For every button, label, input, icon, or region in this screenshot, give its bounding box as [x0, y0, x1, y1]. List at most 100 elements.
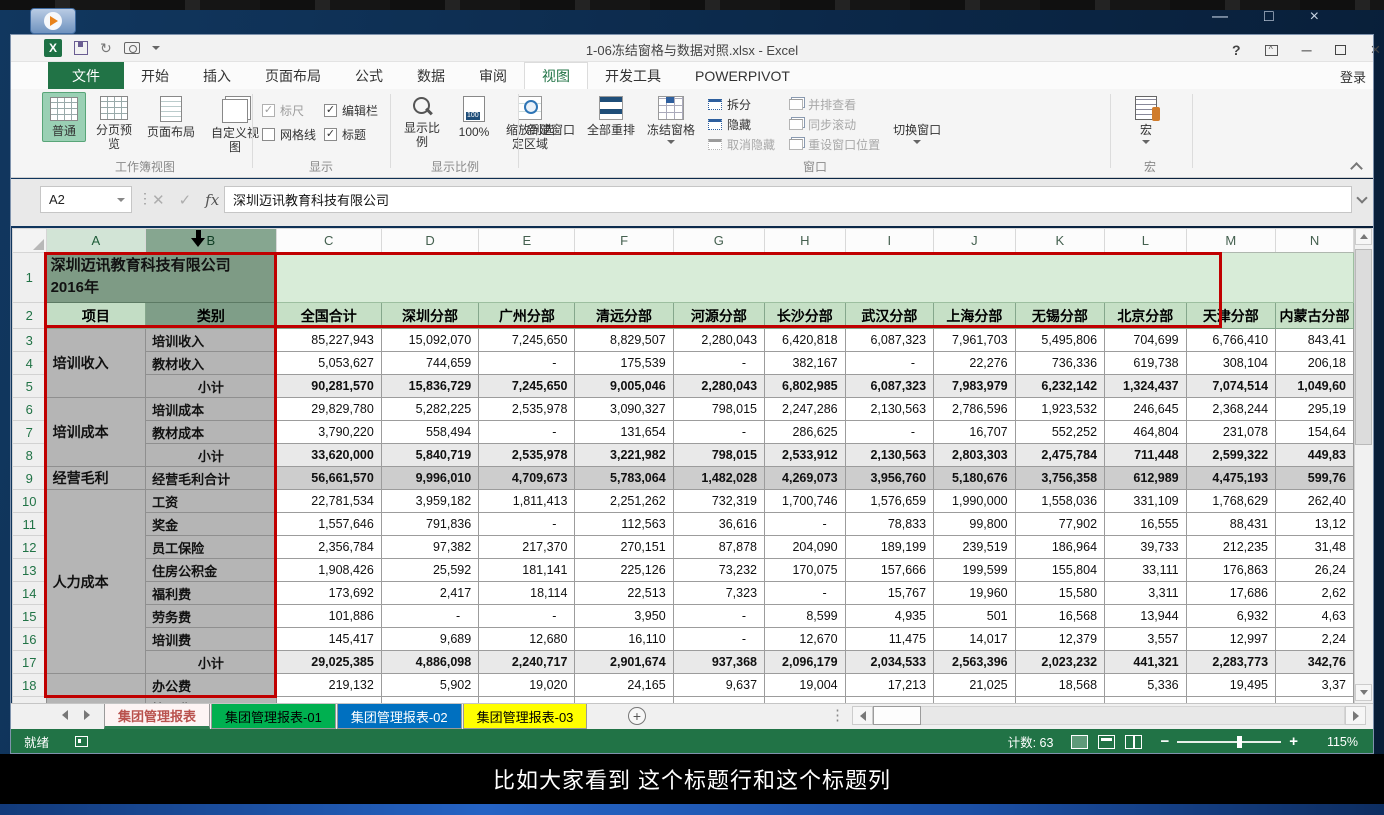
value-cell[interactable]: 131,654: [575, 421, 673, 444]
value-cell[interactable]: 8,829,507: [575, 329, 673, 352]
value-cell[interactable]: 6,932: [1186, 605, 1275, 628]
value-cell[interactable]: 5,783,064: [575, 467, 673, 490]
value-cell[interactable]: 612,989: [1105, 467, 1187, 490]
value-cell[interactable]: 1,700,746: [765, 490, 846, 513]
value-cell[interactable]: 225,126: [575, 559, 673, 582]
value-cell[interactable]: 342,76: [1276, 651, 1354, 674]
value-cell[interactable]: 7,074,514: [1186, 375, 1275, 398]
全部重排-button[interactable]: 全部重排: [582, 92, 640, 140]
value-cell[interactable]: 2,096,179: [765, 651, 846, 674]
category-cell[interactable]: 经营毛利合计: [146, 467, 276, 490]
zoom-in-button[interactable]: +: [1289, 733, 1298, 750]
value-cell[interactable]: 87,878: [673, 536, 764, 559]
value-cell[interactable]: 36,616: [673, 513, 764, 536]
row-header-7[interactable]: 7: [13, 421, 47, 444]
value-cell[interactable]: -: [479, 605, 575, 628]
value-cell[interactable]: 90,281,570: [276, 375, 381, 398]
value-cell[interactable]: 12,680: [479, 628, 575, 651]
header-cell[interactable]: 类别: [146, 303, 276, 329]
value-cell[interactable]: 1,557,646: [276, 513, 381, 536]
row-header-15[interactable]: 15: [13, 605, 47, 628]
value-cell[interactable]: 2,62: [1276, 582, 1354, 605]
scroll-down-button[interactable]: [1355, 684, 1372, 701]
row-header-11[interactable]: 11: [13, 513, 47, 536]
value-cell[interactable]: 15,092,070: [381, 329, 478, 352]
value-cell[interactable]: 31,48: [1276, 536, 1354, 559]
formula-bar-handle[interactable]: ⋮: [138, 190, 150, 207]
value-cell[interactable]: 2,130,563: [845, 444, 933, 467]
value-cell[interactable]: 4,269,073: [765, 467, 846, 490]
category-cell[interactable]: 福利费: [146, 582, 276, 605]
scroll-up-button[interactable]: [1355, 228, 1372, 245]
value-cell[interactable]: 246,645: [1105, 398, 1187, 421]
category-cell[interactable]: 小计: [146, 651, 276, 674]
value-cell[interactable]: 464,804: [1105, 421, 1187, 444]
value-cell[interactable]: 199,599: [934, 559, 1016, 582]
group-cell[interactable]: [46, 674, 146, 704]
100%-button[interactable]: 100%: [452, 92, 496, 142]
value-cell[interactable]: 24,165: [575, 674, 673, 697]
value-cell[interactable]: 85,227,943: [276, 329, 381, 352]
value-cell[interactable]: 3,956,760: [845, 467, 933, 490]
value-cell[interactable]: 7,245,650: [479, 329, 575, 352]
value-cell[interactable]: 599,76: [1276, 467, 1354, 490]
value-cell[interactable]: 3,37: [1276, 674, 1354, 697]
value-cell[interactable]: 1,923,532: [1015, 398, 1104, 421]
category-cell[interactable]: 劳务费: [146, 605, 276, 628]
value-cell[interactable]: 2,280,043: [673, 329, 764, 352]
value-cell[interactable]: 3,790,220: [276, 421, 381, 444]
select-all-corner[interactable]: [13, 229, 47, 253]
row-header-2[interactable]: 2: [13, 303, 47, 329]
value-cell[interactable]: 173,692: [276, 582, 381, 605]
sheet-tab-集团管理报表-03[interactable]: 集团管理报表-03: [463, 704, 588, 729]
value-cell[interactable]: 3,950: [575, 605, 673, 628]
value-cell[interactable]: 2,283,773: [1186, 651, 1275, 674]
普通-button[interactable]: 普通: [42, 92, 86, 142]
value-cell[interactable]: 25,592: [381, 559, 478, 582]
value-cell[interactable]: 791,836: [381, 513, 478, 536]
value-cell[interactable]: 26,24: [1276, 559, 1354, 582]
value-cell[interactable]: 204,090: [765, 536, 846, 559]
ribbon-tab-开始[interactable]: 开始: [124, 62, 186, 89]
category-cell[interactable]: 住房公积金: [146, 559, 276, 582]
value-cell[interactable]: 39,733: [1105, 536, 1187, 559]
value-cell[interactable]: 2,535,978: [479, 444, 575, 467]
value-cell[interactable]: 2,247,286: [765, 398, 846, 421]
column-header-A[interactable]: A: [46, 229, 146, 253]
header-cell[interactable]: 武汉分部: [845, 303, 933, 329]
value-cell[interactable]: 5,840,719: [381, 444, 478, 467]
header-cell[interactable]: 清远分部: [575, 303, 673, 329]
value-cell[interactable]: 18,114: [479, 582, 575, 605]
value-cell[interactable]: 19,004: [765, 674, 846, 697]
tabbar-resize-handle[interactable]: ⋮: [830, 706, 845, 724]
value-cell[interactable]: 4,886,098: [381, 651, 478, 674]
row-header-9[interactable]: 9: [13, 467, 47, 490]
拆分-button[interactable]: 拆分: [708, 96, 775, 113]
header-cell[interactable]: 长沙分部: [765, 303, 846, 329]
value-cell[interactable]: 176,863: [1186, 559, 1275, 582]
prev-sheet-icon[interactable]: [62, 710, 68, 720]
value-cell[interactable]: 1,576,659: [845, 490, 933, 513]
value-cell[interactable]: -: [381, 605, 478, 628]
value-cell[interactable]: 4,935: [845, 605, 933, 628]
row-header-17[interactable]: 17: [13, 651, 47, 674]
value-cell[interactable]: 7,245,650: [479, 375, 575, 398]
ribbon-display-options-icon[interactable]: [1265, 45, 1278, 56]
value-cell[interactable]: 1,990,000: [934, 490, 1016, 513]
group-cell[interactable]: 经营毛利: [46, 467, 146, 490]
column-header-I[interactable]: I: [845, 229, 933, 253]
value-cell[interactable]: 2,563,396: [934, 651, 1016, 674]
value-cell[interactable]: 2,599,322: [1186, 444, 1275, 467]
value-cell[interactable]: 17,686: [1186, 582, 1275, 605]
value-cell[interactable]: 744,659: [381, 352, 478, 375]
banner-cell[interactable]: [276, 253, 1353, 303]
page-break-view-button[interactable]: [1125, 735, 1142, 749]
value-cell[interactable]: -: [673, 628, 764, 651]
row-header-10[interactable]: 10: [13, 490, 47, 513]
value-cell[interactable]: -: [673, 352, 764, 375]
header-cell[interactable]: 上海分部: [934, 303, 1016, 329]
value-cell[interactable]: 11,475: [845, 628, 933, 651]
value-cell[interactable]: 2,535,978: [479, 398, 575, 421]
value-cell[interactable]: -: [765, 513, 846, 536]
ribbon-tab-POWERPIVOT[interactable]: POWERPIVOT: [678, 62, 807, 89]
